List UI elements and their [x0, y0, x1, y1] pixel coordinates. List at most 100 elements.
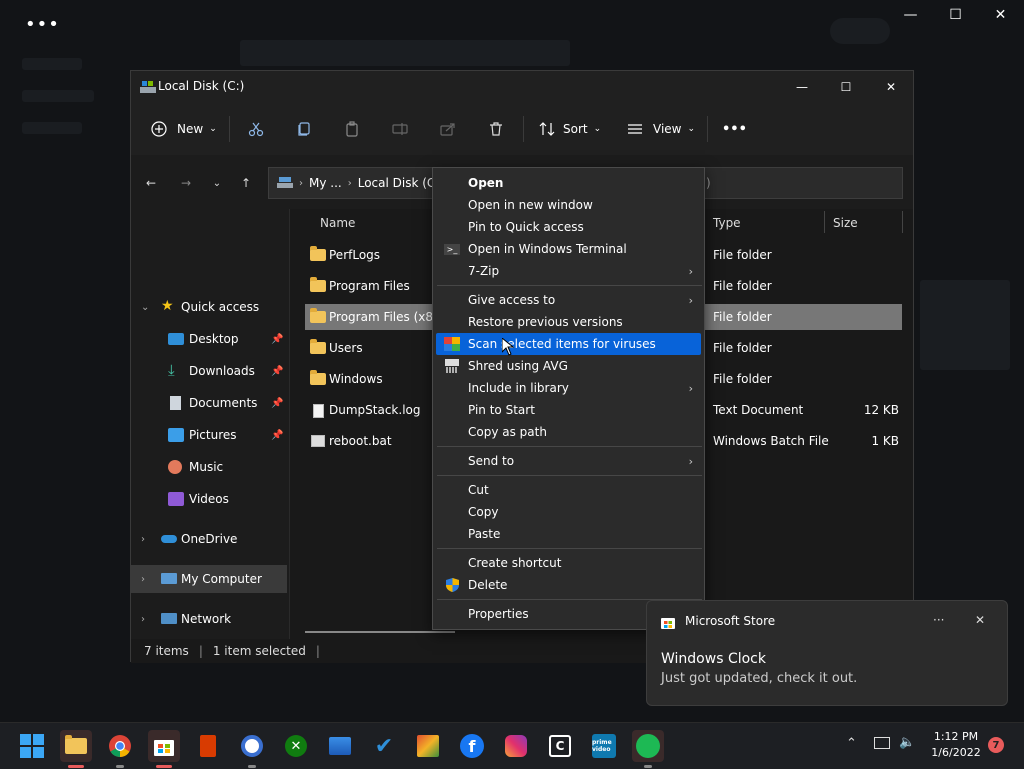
- menu-item-open-terminal[interactable]: >_ Open in Windows Terminal: [436, 238, 701, 260]
- start-button[interactable]: [16, 730, 48, 762]
- paste-button[interactable]: [344, 115, 360, 143]
- menu-item-cut[interactable]: Cut: [436, 479, 701, 501]
- menu-item-include-library[interactable]: Include in library ›: [436, 377, 701, 399]
- menu-item-scan-viruses[interactable]: Scan selected items for viruses: [436, 333, 701, 355]
- menu-item-open-new-window[interactable]: Open in new window: [436, 194, 701, 216]
- chevron-up-icon[interactable]: ⌃: [846, 736, 857, 751]
- xbox-taskbar-icon[interactable]: ✕: [280, 730, 312, 762]
- clock[interactable]: 1:12 PM 1/6/2022: [924, 729, 988, 761]
- nav-item-documents[interactable]: Documents 📌: [131, 389, 287, 417]
- microsoft-store-taskbar-icon[interactable]: [148, 730, 180, 768]
- prime-video-taskbar-icon[interactable]: prime video: [588, 730, 620, 762]
- todo-taskbar-icon[interactable]: ✔: [368, 730, 400, 762]
- menu-item-7zip[interactable]: 7-Zip ›: [436, 260, 701, 282]
- mouse-cursor-icon: [502, 338, 514, 356]
- pin-icon: 📌: [271, 429, 284, 441]
- menu-item-give-access[interactable]: Give access to ›: [436, 289, 701, 311]
- menu-item-paste[interactable]: Paste: [436, 523, 701, 545]
- nav-item-pictures[interactable]: Pictures 📌: [131, 421, 287, 449]
- background-close-icon[interactable]: ✕: [978, 0, 1023, 30]
- file-name: Program Files: [329, 279, 410, 293]
- cut-button[interactable]: [248, 115, 264, 143]
- menu-item-copy[interactable]: Copy: [436, 501, 701, 523]
- close-button[interactable]: ✕: [868, 71, 914, 103]
- toast-notification[interactable]: Microsoft Store ··· ✕ Windows Clock Just…: [646, 600, 1008, 706]
- back-arrow-icon[interactable]: ←: [141, 173, 161, 193]
- menu-separator: [437, 285, 702, 286]
- menu-separator: [437, 475, 702, 476]
- minimize-button[interactable]: —: [779, 71, 825, 103]
- menu-item-send-to[interactable]: Send to ›: [436, 450, 701, 472]
- sort-button[interactable]: Sort ⌄: [539, 115, 601, 143]
- menu-item-pin-start[interactable]: Pin to Start: [436, 399, 701, 421]
- menu-item-delete[interactable]: Delete: [436, 574, 701, 596]
- file-explorer-taskbar-icon[interactable]: [60, 730, 92, 768]
- trash-icon: [490, 122, 502, 136]
- menu-label: Open in Windows Terminal: [468, 242, 627, 256]
- nav-item-desktop[interactable]: Desktop 📌: [131, 325, 287, 353]
- toast-close-icon[interactable]: ✕: [975, 613, 985, 627]
- menu-item-shred-avg[interactable]: Shred using AVG: [436, 355, 701, 377]
- new-button[interactable]: New ⌄: [151, 115, 217, 143]
- notification-badge[interactable]: 7: [988, 737, 1004, 753]
- chevron-right-icon[interactable]: ›: [141, 574, 145, 585]
- menu-item-copy-path[interactable]: Copy as path: [436, 421, 701, 443]
- column-divider[interactable]: [902, 211, 903, 233]
- pane-divider[interactable]: [289, 209, 290, 639]
- background-window-controls: — ☐ ✕: [888, 0, 1024, 30]
- background-menu-icon[interactable]: •••: [25, 14, 60, 35]
- maximize-button[interactable]: ☐: [823, 71, 869, 103]
- instagram-taskbar-icon[interactable]: [500, 730, 532, 762]
- facebook-icon: f: [460, 734, 484, 758]
- chevron-right-icon[interactable]: ›: [141, 534, 145, 545]
- see-more-button[interactable]: •••: [722, 115, 747, 143]
- column-header-type[interactable]: Type: [713, 216, 741, 230]
- column-header-size[interactable]: Size: [833, 216, 858, 230]
- nav-quick-access[interactable]: ⌄ ★ Quick access: [131, 293, 287, 321]
- nav-item-my-computer[interactable]: › My Computer: [131, 565, 287, 593]
- chevron-right-icon[interactable]: ›: [141, 614, 145, 625]
- nav-item-music[interactable]: Music: [131, 453, 287, 481]
- nav-item-downloads[interactable]: ⤓ Downloads 📌: [131, 357, 287, 385]
- nav-label: Documents: [189, 396, 258, 410]
- clipchamp-taskbar-icon[interactable]: C: [544, 730, 576, 762]
- display-icon[interactable]: [874, 737, 890, 749]
- breadcrumb-segment[interactable]: Local Disk (C: [358, 176, 436, 190]
- window-title: Local Disk (C:): [158, 79, 245, 93]
- up-arrow-icon[interactable]: ↑: [236, 173, 256, 193]
- breadcrumb-segment[interactable]: My ...: [309, 176, 342, 190]
- menu-item-create-shortcut[interactable]: Create shortcut: [436, 552, 701, 574]
- copy-button[interactable]: [296, 115, 312, 143]
- nav-item-videos[interactable]: Videos: [131, 485, 287, 513]
- facebook-taskbar-icon[interactable]: f: [456, 730, 488, 762]
- menu-item-open[interactable]: Open: [436, 172, 701, 194]
- spotify-taskbar-icon[interactable]: [632, 730, 664, 768]
- menu-label: Create shortcut: [468, 556, 562, 570]
- app-taskbar-icon[interactable]: [412, 730, 444, 762]
- chevron-down-icon[interactable]: ⌄: [141, 302, 149, 313]
- menu-item-pin-quick-access[interactable]: Pin to Quick access: [436, 216, 701, 238]
- nav-item-network[interactable]: › Network: [131, 605, 287, 633]
- menu-item-restore-versions[interactable]: Restore previous versions: [436, 311, 701, 333]
- office-taskbar-icon[interactable]: [192, 730, 224, 762]
- nav-label: Pictures: [189, 428, 237, 442]
- toast-more-icon[interactable]: ···: [933, 613, 944, 627]
- chrome-taskbar-icon[interactable]: [104, 730, 136, 768]
- view-button[interactable]: View ⌄: [627, 115, 695, 143]
- horizontal-scrollbar[interactable]: [305, 631, 455, 633]
- network-icon: [161, 613, 177, 624]
- share-button[interactable]: [440, 115, 456, 143]
- photos-taskbar-icon[interactable]: [324, 730, 356, 762]
- column-header-name[interactable]: Name: [320, 216, 355, 230]
- rename-button[interactable]: [392, 115, 408, 143]
- background-minimize-icon[interactable]: —: [888, 0, 933, 30]
- volume-icon[interactable]: 🔈: [899, 735, 915, 750]
- delete-button[interactable]: [488, 115, 504, 143]
- nav-item-onedrive[interactable]: › OneDrive: [131, 525, 287, 553]
- column-divider[interactable]: [824, 211, 825, 233]
- bitwarden-taskbar-icon[interactable]: [236, 730, 268, 768]
- recent-locations-chevron-icon[interactable]: ⌄: [207, 173, 227, 193]
- forward-arrow-icon[interactable]: →: [176, 173, 196, 193]
- checkmark-icon: ✔: [374, 733, 394, 759]
- background-maximize-icon[interactable]: ☐: [933, 0, 978, 30]
